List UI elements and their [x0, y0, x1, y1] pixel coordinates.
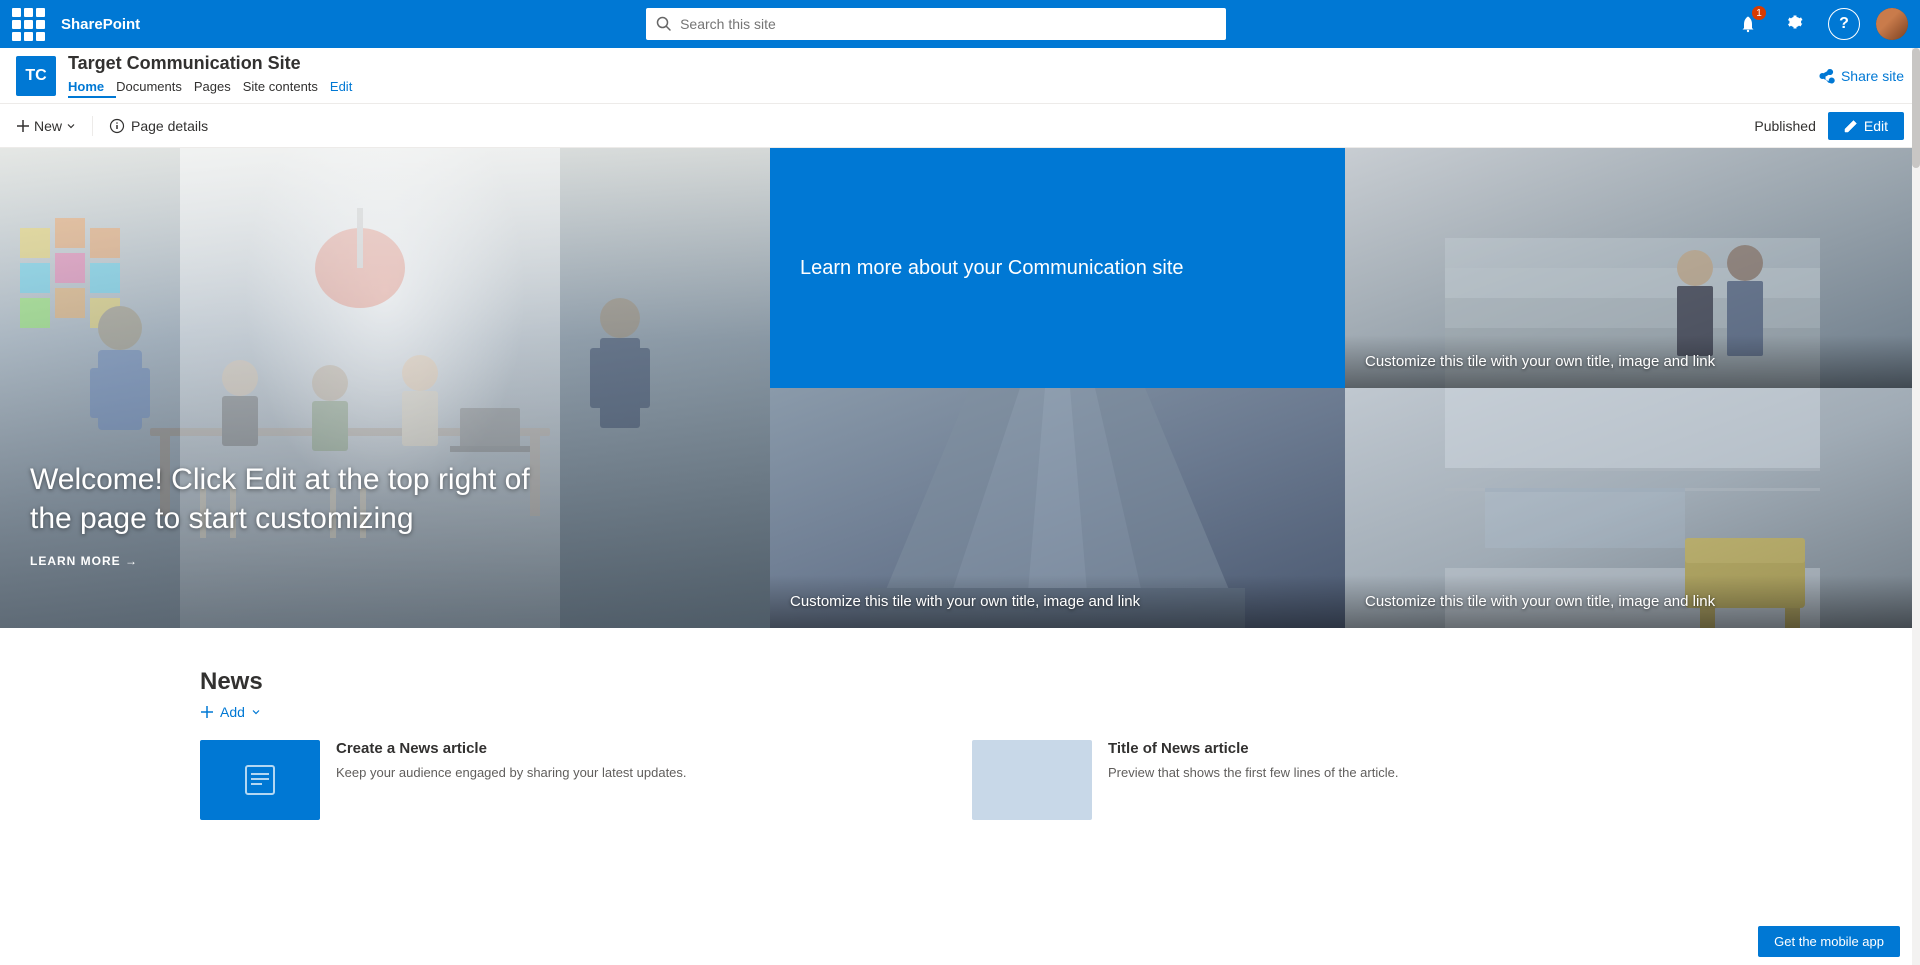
news-card-2-thumbnail[interactable] [972, 740, 1092, 820]
hero-section: Welcome! Click Edit at the top right of … [0, 148, 1920, 628]
hero-main-title: Welcome! Click Edit at the top right of … [30, 460, 530, 538]
edit-label: Edit [1864, 118, 1888, 134]
hero-learn-more[interactable]: LEARN MORE → [30, 554, 530, 568]
hero-tile-4-caption: Customize this tile with your own title,… [1345, 575, 1920, 628]
news-add-chevron [251, 707, 261, 717]
hero-tiles-grid: Learn more about your Communication site… [770, 148, 1920, 628]
news-card-2: Title of News article Preview that shows… [972, 740, 1720, 820]
chevron-down-icon [66, 121, 76, 131]
hero-tile-2-caption: Customize this tile with your own title,… [1345, 335, 1920, 388]
news-card-1: Create a News article Keep your audience… [200, 740, 948, 820]
site-header: TC Target Communication Site Home Docume… [0, 48, 1920, 104]
avatar[interactable] [1876, 8, 1908, 40]
hero-tile-1[interactable]: Learn more about your Communication site [770, 148, 1345, 388]
info-icon [109, 118, 125, 134]
hero-tile-3-caption: Customize this tile with your own title,… [770, 575, 1345, 628]
news-card-2-title: Title of News article [1108, 740, 1720, 757]
help-button[interactable]: ? [1828, 8, 1860, 40]
top-nav-right: 1 ? [1732, 8, 1908, 40]
hero-tile-3[interactable]: Customize this tile with your own title,… [770, 388, 1345, 628]
news-add-icon [200, 705, 214, 719]
hero-overlay-text: Welcome! Click Edit at the top right of … [30, 460, 530, 568]
page-details-button[interactable]: Page details [109, 118, 208, 134]
sharepoint-brand: SharePoint [61, 16, 140, 33]
nav-pages[interactable]: Pages [194, 79, 243, 98]
news-card-1-title: Create a News article [336, 740, 948, 757]
new-button[interactable]: New [16, 118, 76, 134]
top-navigation: SharePoint 1 ? [0, 0, 1920, 48]
news-title: News [200, 668, 1720, 696]
search-container [152, 8, 1720, 40]
hero-main-tile[interactable]: Welcome! Click Edit at the top right of … [0, 148, 770, 628]
search-input[interactable] [680, 16, 1216, 32]
search-box [646, 8, 1226, 40]
page-toolbar: New Page details Published Edit [0, 104, 1920, 148]
search-icon [656, 16, 672, 32]
toolbar-separator [92, 116, 93, 136]
nav-edit[interactable]: Edit [330, 79, 364, 98]
hero-tile-2[interactable]: Customize this tile with your own title,… [1345, 148, 1920, 388]
scroll-track[interactable] [1912, 48, 1920, 965]
notification-badge: 1 [1752, 6, 1766, 20]
share-site-label: Share site [1841, 68, 1904, 84]
news-add-button[interactable]: Add [200, 704, 261, 720]
app-launcher-button[interactable] [12, 8, 45, 40]
avatar-image [1876, 8, 1908, 40]
pencil-icon [1844, 119, 1858, 133]
site-title-nav: Target Communication Site Home Documents… [68, 53, 364, 98]
news-card-2-content: Title of News article Preview that shows… [1108, 740, 1720, 783]
news-card-1-content: Create a News article Keep your audience… [336, 740, 948, 783]
waffle-icon [12, 8, 45, 41]
footer-bar: Get the mobile app [1738, 918, 1920, 965]
share-icon [1819, 68, 1835, 84]
news-card-2-desc: Preview that shows the first few lines o… [1108, 763, 1720, 783]
mobile-app-button[interactable]: Get the mobile app [1758, 926, 1900, 957]
site-title: Target Communication Site [68, 53, 364, 75]
published-status: Published [1754, 118, 1816, 134]
news-card-1-desc: Keep your audience engaged by sharing yo… [336, 763, 948, 783]
hero-tile-4[interactable]: Customize this tile with your own title,… [1345, 388, 1920, 628]
news-article-icon [242, 762, 278, 798]
nav-site-contents[interactable]: Site contents [243, 79, 330, 98]
new-label: New [34, 118, 62, 134]
plus-icon [16, 119, 30, 133]
nav-documents[interactable]: Documents [116, 79, 194, 98]
edit-button[interactable]: Edit [1828, 112, 1904, 140]
gear-icon [1787, 15, 1805, 33]
news-section: News Add Create a News article Keep your… [0, 628, 1920, 860]
news-add-label: Add [220, 704, 245, 720]
news-cards: Create a News article Keep your audience… [200, 740, 1720, 820]
nav-home[interactable]: Home [68, 79, 116, 98]
news-card-1-thumbnail[interactable] [200, 740, 320, 820]
page-details-label: Page details [131, 118, 208, 134]
notification-button[interactable]: 1 [1732, 8, 1764, 40]
settings-button[interactable] [1780, 8, 1812, 40]
scroll-thumb[interactable] [1912, 48, 1920, 168]
share-site-button[interactable]: Share site [1819, 68, 1904, 84]
toolbar-right: Published Edit [1754, 112, 1904, 140]
hero-tile-1-text: Learn more about your Communication site [800, 254, 1184, 282]
site-logo: TC [16, 56, 56, 96]
site-navigation: Home Documents Pages Site contents Edit [68, 79, 364, 98]
